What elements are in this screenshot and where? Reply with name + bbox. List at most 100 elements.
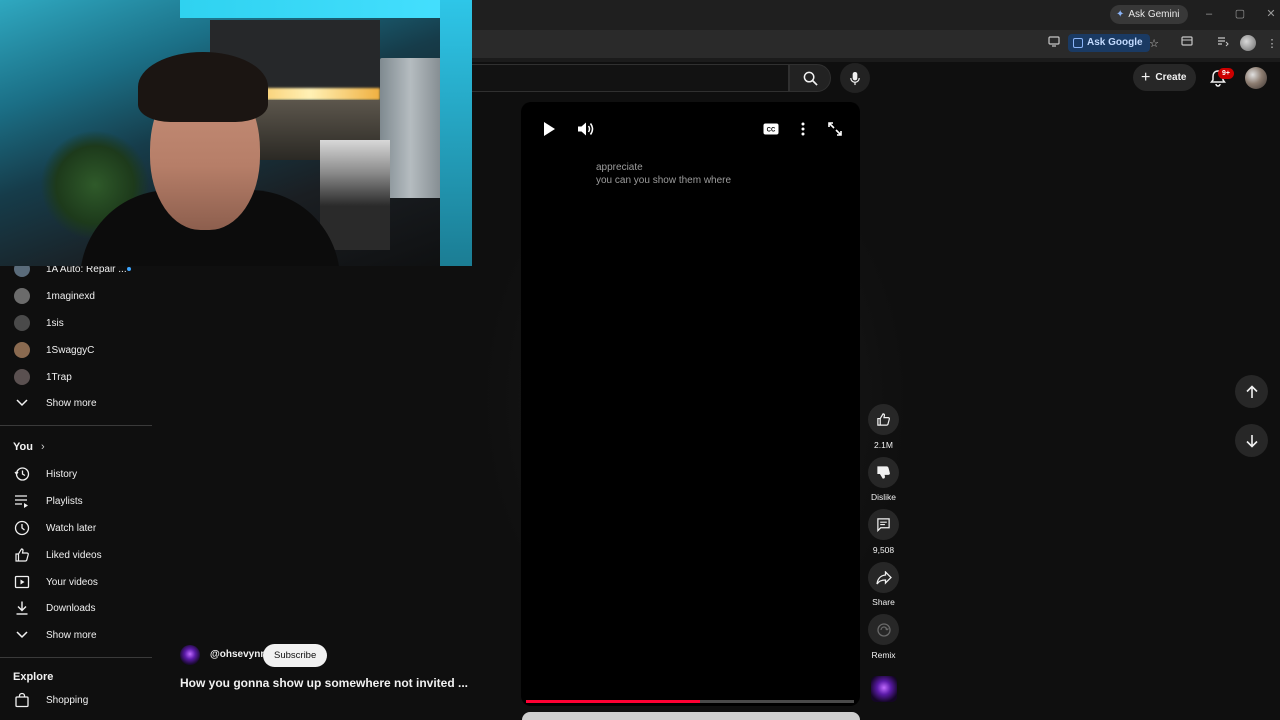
explore-section-title: Explore <box>13 671 54 683</box>
caption-line: appreciate <box>596 162 643 173</box>
browser-profile-avatar[interactable] <box>1240 35 1256 51</box>
play-button[interactable] <box>538 118 560 140</box>
chevron-down-icon <box>13 394 31 412</box>
comment-icon <box>877 518 890 532</box>
share-icon <box>875 570 892 585</box>
next-short-button[interactable] <box>1235 424 1268 457</box>
subscription-item[interactable]: 1sis <box>0 310 152 336</box>
sidebar-item-history[interactable]: History <box>0 461 152 487</box>
webcam-scene <box>320 140 390 250</box>
channel-avatar <box>14 369 30 385</box>
sidebar-divider <box>0 425 152 426</box>
sidebar-item-playlists[interactable]: Playlists <box>0 488 152 514</box>
channel-avatar[interactable] <box>180 645 200 665</box>
sidebar-item-your-videos[interactable]: Your videos <box>0 569 152 595</box>
subscription-item[interactable]: 1maginexd <box>0 283 152 309</box>
voice-search-button[interactable] <box>840 63 870 93</box>
history-icon <box>13 465 31 483</box>
shorts-video-player[interactable] <box>521 102 860 706</box>
notification-count-badge: 9+ <box>1218 68 1234 79</box>
like-count: 2.1M <box>874 440 893 450</box>
captions-button[interactable]: CC <box>762 121 780 137</box>
streamer-hair <box>138 52 268 122</box>
search-input[interactable] <box>472 64 789 92</box>
ask-gemini-button[interactable]: ✦ Ask Gemini <box>1110 5 1188 24</box>
channel-avatar <box>14 288 30 304</box>
minimize-button[interactable]: – <box>1199 5 1219 23</box>
video-icon <box>13 573 31 591</box>
clock-icon <box>13 519 31 537</box>
ask-google-button[interactable]: Ask Google <box>1068 34 1150 52</box>
fullscreen-button[interactable] <box>826 120 844 138</box>
arrow-down-icon <box>1245 434 1258 448</box>
like-button[interactable] <box>868 404 899 435</box>
webcam-scene <box>180 0 472 18</box>
subscribe-button[interactable]: Subscribe <box>263 644 328 667</box>
sidebar-item-label: Watch later <box>46 523 97 534</box>
subscription-label: 1maginexd <box>46 291 95 302</box>
sidebar-item-label: Liked videos <box>46 550 102 561</box>
sidebar-item-label: History <box>46 469 78 480</box>
microphone-icon <box>850 71 860 85</box>
closed-captions-icon: CC <box>763 123 779 135</box>
chevron-down-icon <box>13 626 31 644</box>
progress-fill <box>526 700 700 703</box>
video-caption: appreciate you can you show them where <box>596 161 731 187</box>
reading-list-icon[interactable] <box>1214 35 1232 53</box>
lens-icon <box>1073 38 1083 48</box>
comments-button[interactable] <box>868 509 899 540</box>
dislike-button[interactable] <box>868 457 899 488</box>
channel-name[interactable]: @ohsevynn <box>210 649 266 660</box>
search-button[interactable] <box>789 64 831 92</box>
tab-search-icon[interactable] <box>1178 35 1196 53</box>
account-avatar[interactable] <box>1245 67 1267 89</box>
sidebar-item-label: Shopping <box>46 695 89 706</box>
sidebar-item-downloads[interactable]: Downloads <box>0 595 152 621</box>
expand-icon <box>828 122 842 136</box>
volume-button[interactable] <box>575 118 597 140</box>
sidebar-item-label: Playlists <box>46 496 83 507</box>
subscription-item[interactable]: 1Trap <box>0 364 152 390</box>
create-label: Create <box>1155 72 1187 83</box>
previous-short-button[interactable] <box>1235 375 1268 408</box>
channel-avatar <box>14 342 30 358</box>
channel-avatar <box>14 315 30 331</box>
subscription-item[interactable]: 1SwaggyC <box>0 337 152 363</box>
ask-google-label: Ask Google <box>1087 37 1143 48</box>
sidebar-item-shopping[interactable]: Shopping <box>0 687 152 713</box>
webcam-overlay <box>0 0 472 266</box>
show-more-label: Show more <box>46 630 97 641</box>
sidebar-item-label: Downloads <box>46 603 96 614</box>
webcam-scene <box>440 0 472 266</box>
sidebar-item-liked-videos[interactable]: Liked videos <box>0 542 152 568</box>
show-more-you[interactable]: Show more <box>0 622 152 648</box>
show-more-label: Show more <box>46 398 97 409</box>
search-icon <box>803 71 818 86</box>
bookmark-star-icon[interactable]: ☆ <box>1145 35 1163 53</box>
you-section-link[interactable]: You › <box>13 441 45 453</box>
show-more-subscriptions[interactable]: Show more <box>0 390 152 416</box>
comment-count: 9,508 <box>872 545 895 555</box>
new-content-dot <box>127 267 131 271</box>
subscription-label: 1sis <box>46 318 64 329</box>
more-options-button[interactable] <box>795 120 811 138</box>
maximize-button[interactable]: ▢ <box>1230 5 1250 23</box>
browser-menu-icon[interactable]: ⋮ <box>1263 35 1280 53</box>
thumbs-up-icon <box>877 413 890 426</box>
close-window-button[interactable]: ✕ <box>1261 5 1280 23</box>
chevron-right-icon: › <box>41 441 45 453</box>
ask-gemini-label: Ask Gemini <box>1128 9 1180 20</box>
cast-icon[interactable] <box>1045 35 1063 53</box>
sidebar-divider <box>0 657 152 658</box>
gemini-sparkle-icon: ✦ <box>1116 9 1125 20</box>
create-button[interactable]: + Create <box>1133 64 1197 91</box>
remix-button[interactable] <box>868 614 899 645</box>
remix-icon <box>876 622 891 637</box>
sound-thumbnail[interactable] <box>871 676 897 702</box>
playlists-icon <box>13 492 31 510</box>
share-button[interactable] <box>868 562 899 593</box>
video-title[interactable]: How you gonna show up somewhere not invi… <box>180 676 468 690</box>
sidebar-item-watch-later[interactable]: Watch later <box>0 515 152 541</box>
dislike-label: Dislike <box>870 492 897 502</box>
remix-label: Remix <box>871 650 896 660</box>
